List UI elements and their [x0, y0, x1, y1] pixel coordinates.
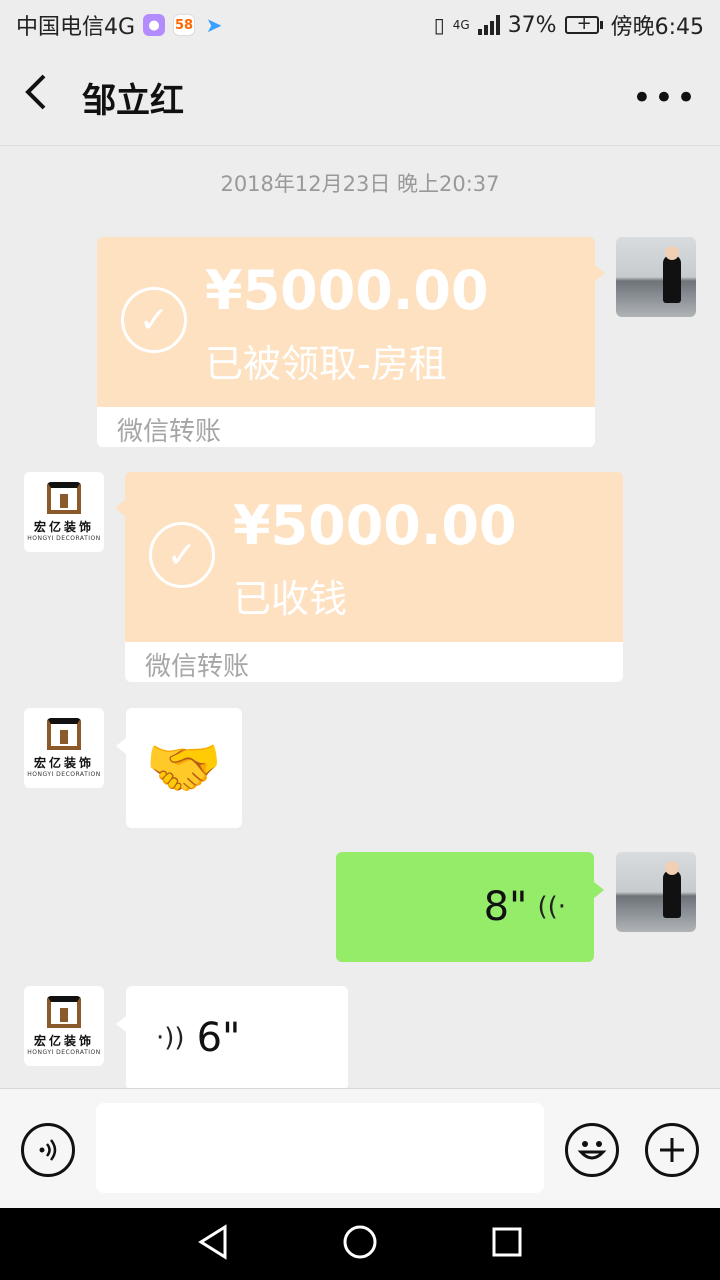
- input-bar: [0, 1088, 720, 1208]
- voice-icon: [39, 1139, 57, 1161]
- vibrate-icon: ▯: [433, 13, 445, 37]
- voice-message-sent[interactable]: 8" ((·: [336, 852, 604, 962]
- contact-avatar[interactable]: 宏亿装饰 HONGYI DECORATION: [24, 472, 104, 552]
- circle-home-icon: [343, 1225, 377, 1259]
- smiley-icon: [577, 1141, 607, 1160]
- more-functions-button[interactable]: [645, 1123, 699, 1177]
- my-avatar[interactable]: [616, 852, 696, 932]
- app-58-icon: 58: [173, 14, 196, 36]
- transfer-card-top: ✓ ¥5000.00 已被领取-房租: [97, 237, 595, 407]
- my-avatar[interactable]: [616, 237, 696, 317]
- transfer-status: 已收钱: [233, 577, 348, 621]
- back-button[interactable]: [22, 72, 62, 123]
- square-recent-icon: [492, 1227, 522, 1257]
- company-logo-icon: [47, 718, 81, 750]
- nav-recent-button[interactable]: [491, 1226, 523, 1262]
- voice-message-received[interactable]: ·)) 6": [116, 986, 348, 1090]
- triangle-back-icon: [197, 1224, 227, 1260]
- system-nav-bar: [0, 1208, 720, 1280]
- status-bar: 中国电信4G ● 58 ➤ ▯ 4G 37% 傍晚6:45: [0, 0, 720, 50]
- chat-title: 邹立红: [82, 81, 184, 121]
- nav-back-button[interactable]: [197, 1224, 229, 1264]
- avatar-photo: [663, 861, 681, 918]
- status-left: 中国电信4G ● 58 ➤: [16, 9, 225, 41]
- voice-duration: 8": [483, 884, 528, 930]
- contact-avatar[interactable]: 宏亿装饰 HONGYI DECORATION: [24, 986, 104, 1066]
- plus-icon: [660, 1138, 684, 1162]
- company-logo-icon: [47, 996, 81, 1028]
- sound-wave-icon: ((·: [537, 892, 566, 922]
- signal-icon: [477, 15, 500, 35]
- logo-text: 宏亿装饰: [33, 756, 94, 770]
- message-input[interactable]: [96, 1103, 544, 1193]
- avatar-photo: [663, 246, 681, 303]
- logo-text: 宏亿装饰: [33, 520, 94, 534]
- voice-input-button[interactable]: [21, 1123, 75, 1177]
- handshake-emoji-message[interactable]: 🤝: [116, 708, 242, 828]
- transfer-footer: 微信转账: [97, 407, 595, 447]
- network-type-label: 4G: [452, 18, 470, 32]
- logo-subtext: HONGYI DECORATION: [27, 535, 101, 542]
- app-notification-icon: ●: [143, 14, 166, 36]
- logo-subtext: HONGYI DECORATION: [27, 1049, 101, 1056]
- transfer-status: 已被领取-房租: [205, 342, 447, 386]
- emoji-button[interactable]: [565, 1123, 619, 1177]
- status-right: ▯ 4G 37% 傍晚6:45: [434, 9, 704, 41]
- voice-duration: 6": [196, 1015, 241, 1061]
- clock: 傍晚6:45: [610, 15, 704, 40]
- logo-subtext: HONGYI DECORATION: [27, 771, 101, 778]
- battery-icon: [564, 13, 603, 34]
- transfer-card-received[interactable]: ✓ ¥5000.00 已收钱 微信转账: [115, 472, 623, 682]
- transfer-card-sent[interactable]: ✓ ¥5000.00 已被领取-房租 微信转账: [97, 237, 605, 447]
- contact-avatar[interactable]: 宏亿装饰 HONGYI DECORATION: [24, 708, 104, 788]
- company-logo-icon: [47, 482, 81, 514]
- sound-wave-icon: ·)): [156, 1023, 185, 1053]
- check-circle-icon: ✓: [149, 522, 215, 588]
- logo-text: 宏亿装饰: [33, 1034, 94, 1048]
- battery-percent: 37%: [507, 12, 557, 38]
- transfer-footer: 微信转账: [125, 642, 623, 682]
- transfer-amount: ¥5000.00: [233, 494, 517, 557]
- handshake-icon: 🤝: [145, 731, 223, 804]
- check-circle-icon: ✓: [121, 287, 187, 353]
- nav-home-button[interactable]: [342, 1224, 378, 1264]
- more-options-button[interactable]: •••: [632, 78, 698, 118]
- chevron-left-icon: [25, 74, 46, 110]
- transfer-amount: ¥5000.00: [205, 259, 489, 322]
- transfer-card-top: ✓ ¥5000.00 已收钱: [125, 472, 623, 642]
- carrier-label: 中国电信4G: [16, 15, 136, 40]
- paper-plane-icon: ➤: [205, 13, 223, 37]
- chat-header: 邹立红 •••: [0, 50, 720, 146]
- message-timestamp: 2018年12月23日 晚上20:37: [220, 172, 500, 196]
